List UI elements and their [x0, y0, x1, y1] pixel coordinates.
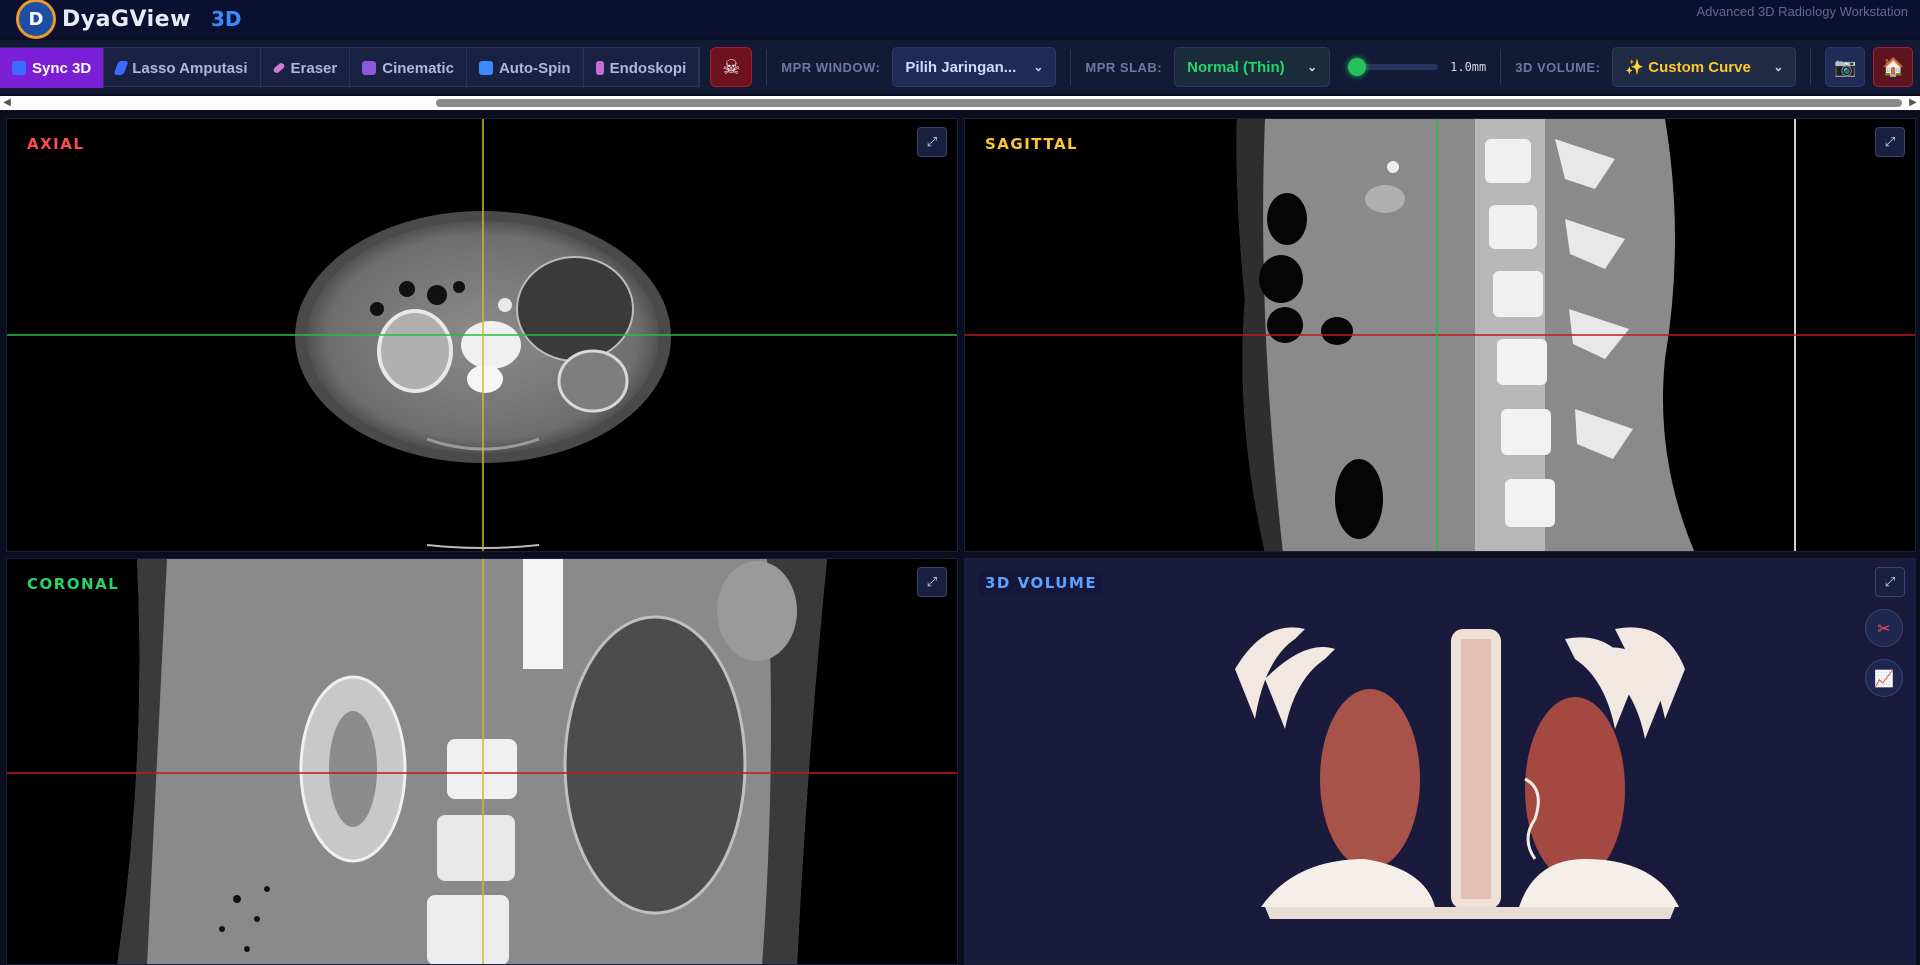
- expand-volume-button[interactable]: ⤢: [1875, 567, 1905, 597]
- sagittal-viewport[interactable]: SAGITTAL ⤢: [964, 118, 1916, 552]
- sagittal-image: [965, 119, 1915, 551]
- toolbar-divider: [1810, 49, 1812, 85]
- expand-icon: ⤢: [926, 134, 938, 150]
- axial-viewport[interactable]: AXIAL ⤢: [6, 118, 958, 552]
- chevron-down-icon: ⌄: [1773, 60, 1784, 74]
- scroll-left-icon[interactable]: ◀: [0, 96, 14, 110]
- lasso-amputasi-button[interactable]: Lasso Amputasi: [104, 48, 261, 88]
- camera-icon: 📷: [1834, 56, 1857, 78]
- home-icon: 🏠: [1882, 56, 1905, 78]
- eraser-button[interactable]: Eraser: [261, 48, 351, 88]
- expand-icon: ⤢: [1884, 574, 1896, 590]
- coronal-image: [7, 559, 957, 964]
- auto-spin-button[interactable]: Auto-Spin: [467, 48, 584, 88]
- mpr-window-value: Pilih Jaringan...: [905, 58, 1017, 76]
- sync-3d-button[interactable]: Sync 3D: [0, 48, 105, 88]
- slab-thickness-slider[interactable]: [1348, 58, 1439, 76]
- skull-button[interactable]: ☠: [710, 47, 753, 87]
- coronal-viewport[interactable]: CORONAL ⤢: [6, 558, 958, 965]
- home-button[interactable]: 🏠: [1873, 47, 1914, 87]
- volume-label-badge: 3D VOLUME: [979, 571, 1104, 595]
- app-subtitle: Advanced 3D Radiology Workstation: [1696, 4, 1909, 19]
- mpr-window-select[interactable]: Pilih Jaringan... ⌄: [892, 47, 1057, 87]
- slider-knob[interactable]: [1348, 58, 1367, 76]
- volume-preset-value: ✨ Custom Curve: [1625, 59, 1751, 76]
- chevron-down-icon: ⌄: [1307, 60, 1318, 74]
- volume-render: [1235, 627, 1685, 919]
- mpr-window-label: MPR WINDOW:: [781, 59, 881, 75]
- cinematic-button[interactable]: Cinematic: [350, 48, 467, 88]
- sync-icon: [12, 61, 26, 75]
- app-mode: 3D: [210, 7, 242, 31]
- expand-icon: ⤢: [926, 574, 938, 590]
- expand-sagittal-button[interactable]: ⤢: [1875, 127, 1905, 157]
- tool-label: Auto-Spin: [498, 59, 571, 77]
- expand-axial-button[interactable]: ⤢: [917, 127, 947, 157]
- app-name: DyaGView: [62, 6, 191, 32]
- expand-icon: ⤢: [1884, 134, 1896, 150]
- axial-image: [7, 119, 957, 551]
- toolbar-divider: [1500, 49, 1502, 85]
- skull-icon: ☠: [722, 55, 741, 79]
- slab-thickness-value: 1.0mm: [1450, 60, 1487, 74]
- chevron-down-icon: ⌄: [1033, 60, 1044, 74]
- spin-icon: [478, 61, 493, 75]
- eraser-icon: [271, 61, 286, 75]
- volume-label: 3D VOLUME:: [1515, 59, 1601, 75]
- main-toolbar: Sync 3D Lasso Amputasi Eraser Cinematic …: [0, 40, 1920, 94]
- axial-label: AXIAL: [27, 135, 85, 153]
- coronal-label: CORONAL: [27, 575, 120, 593]
- horizontal-scrollbar[interactable]: ◀ ▶: [0, 96, 1920, 110]
- mpr-slab-select[interactable]: Normal (Thin) ⌄: [1174, 47, 1331, 87]
- mpr-slab-label: MPR SLAB:: [1085, 59, 1163, 75]
- tool-label: Cinematic: [382, 59, 454, 77]
- sagittal-label: SAGITTAL: [985, 135, 1079, 153]
- logo-icon: D: [16, 0, 56, 39]
- tool-label: Sync 3D: [32, 59, 92, 77]
- app-logo: D DyaGView 3D: [16, 0, 241, 39]
- tool-group: Sync 3D Lasso Amputasi Eraser Cinematic …: [0, 47, 701, 88]
- scroll-thumb[interactable]: [436, 99, 1902, 107]
- volume-viewport[interactable]: 3D VOLUME ⤢ ✂ 📈: [964, 558, 1916, 965]
- tool-label: Lasso Amputasi: [132, 59, 248, 77]
- volume-preset-select[interactable]: ✨ Custom Curve ⌄: [1612, 47, 1797, 87]
- tool-label: Eraser: [290, 59, 338, 77]
- mpr-slab-value: Normal (Thin): [1187, 58, 1285, 76]
- endoskopi-button[interactable]: Endoskopi: [584, 48, 700, 88]
- toolbar-divider: [1070, 49, 1072, 85]
- expand-coronal-button[interactable]: ⤢: [917, 567, 947, 597]
- tool-label: Endoskopi: [609, 59, 687, 77]
- screenshot-button[interactable]: 📷: [1825, 47, 1866, 87]
- title-bar: D DyaGView 3D Advanced 3D Radiology Work…: [0, 0, 1920, 39]
- film-icon: [362, 61, 377, 75]
- scroll-right-icon[interactable]: ▶: [1906, 96, 1920, 110]
- toolbar-divider: [766, 49, 768, 85]
- endoscope-icon: [595, 61, 604, 75]
- lasso-icon: [113, 61, 129, 75]
